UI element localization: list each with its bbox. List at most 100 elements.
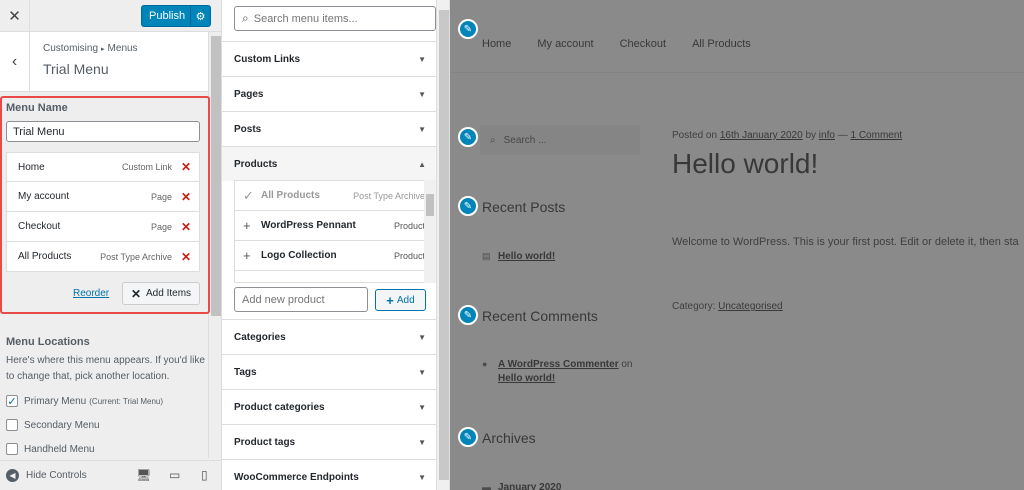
checkbox-icon[interactable] xyxy=(6,419,18,431)
list-item[interactable]: ✓ All Products Post Type Archive xyxy=(235,181,435,211)
product-type: Post Type Archive xyxy=(353,190,425,201)
search-icon: ⌕ xyxy=(490,134,496,146)
remove-icon[interactable]: ✕ xyxy=(181,160,191,174)
remove-icon[interactable]: ✕ xyxy=(181,190,191,204)
accordion-products[interactable]: Products ▲ xyxy=(222,146,436,181)
accordion-label: Product tags xyxy=(234,436,296,448)
edit-shortcut-icon[interactable]: ✎ xyxy=(458,196,478,216)
scrollbar[interactable] xyxy=(208,32,221,458)
add-items-button[interactable]: ✕ Add Items xyxy=(122,282,200,305)
search-input[interactable] xyxy=(253,12,424,25)
accordion-pages[interactable]: Pages ▼ xyxy=(222,76,436,111)
scrollbar-thumb[interactable] xyxy=(211,36,221,316)
accordion-label: Product categories xyxy=(234,401,325,413)
menu-item-title: Home xyxy=(18,161,45,173)
hide-controls-button[interactable]: ◀ Hide Controls xyxy=(6,469,87,482)
post-date-link[interactable]: 16th January 2020 xyxy=(720,130,803,141)
accordion-custom-links[interactable]: Custom Links ▼ xyxy=(222,41,436,76)
available-menu-items-panel: ⌕ Custom Links ▼ Pages ▼ Posts ▼ Product… xyxy=(222,0,450,490)
new-product-input[interactable] xyxy=(234,287,368,312)
post-comments-link[interactable]: 1 Comment xyxy=(850,130,902,141)
nav-link[interactable]: Home xyxy=(482,38,511,50)
nav-link[interactable]: Checkout xyxy=(620,38,666,50)
scrollbar-thumb[interactable] xyxy=(426,194,434,216)
hide-controls-label: Hide Controls xyxy=(26,470,87,481)
nav-link[interactable]: My account xyxy=(537,38,593,50)
accordion-categories[interactable]: Categories ▼ xyxy=(222,319,436,354)
location-option-handheld[interactable]: Handheld Menu xyxy=(6,441,95,457)
publish-button[interactable]: Publish ⚙ xyxy=(141,5,211,27)
list-item[interactable]: + Logo Collection Product xyxy=(235,241,435,271)
caret-down-icon: ▼ xyxy=(418,54,426,64)
edit-shortcut-icon[interactable]: ✎ xyxy=(458,19,478,39)
remove-icon[interactable]: ✕ xyxy=(181,250,191,264)
accordion-label: Products xyxy=(234,158,278,170)
accordion-product-tags[interactable]: Product tags ▼ xyxy=(222,424,436,459)
location-label: Handheld Menu xyxy=(24,443,95,455)
nav-link[interactable]: All Products xyxy=(692,38,751,50)
recent-comment: A WordPress Commenter on Hello world! xyxy=(498,358,633,386)
menu-item-type: Page xyxy=(150,221,172,232)
category-label: Category: xyxy=(672,301,716,312)
accordion-tags[interactable]: Tags ▼ xyxy=(222,354,436,389)
category-link[interactable]: Uncategorised xyxy=(718,301,782,312)
menu-locations-title: Menu Locations xyxy=(6,336,90,348)
gear-icon[interactable]: ⚙ xyxy=(190,6,210,26)
comment-post-link[interactable]: Hello world! xyxy=(498,373,555,384)
post-meta: Posted on 16th January 2020 by info — 1 … xyxy=(672,130,903,141)
publish-label: Publish xyxy=(149,10,186,22)
add-product-button[interactable]: + Add xyxy=(375,289,426,311)
comment-author-link[interactable]: A WordPress Commenter xyxy=(498,359,619,370)
menu-item[interactable]: Home Custom Link ✕ xyxy=(6,152,200,182)
edit-shortcut-icon[interactable]: ✎ xyxy=(458,305,478,325)
menu-item[interactable]: Checkout Page ✕ xyxy=(6,212,200,242)
list-item[interactable]: + WordPress Pennant Product xyxy=(235,211,435,241)
page-title: Trial Menu xyxy=(43,61,109,77)
checkbox-checked-icon[interactable]: ✓ xyxy=(6,395,18,408)
product-name: WordPress Pennant xyxy=(261,220,356,231)
accordion-product-categories[interactable]: Product categories ▼ xyxy=(222,389,436,424)
remove-icon[interactable]: ✕ xyxy=(181,220,191,234)
recent-post-link[interactable]: Hello world! xyxy=(498,251,555,262)
folder-icon: ▬ xyxy=(482,482,491,490)
location-option-secondary[interactable]: Secondary Menu xyxy=(6,417,100,433)
menu-item[interactable]: All Products Post Type Archive ✕ xyxy=(6,242,200,272)
mobile-preview-icon[interactable]: ▯ xyxy=(201,468,208,482)
close-icon: ✕ xyxy=(130,286,142,301)
divider xyxy=(450,72,1024,73)
accordion-woocommerce-endpoints[interactable]: WooCommerce Endpoints ▼ xyxy=(222,459,436,490)
menu-items-search[interactable]: ⌕ xyxy=(234,6,436,31)
post-author-link[interactable]: info xyxy=(819,130,835,141)
edit-shortcut-icon[interactable]: ✎ xyxy=(458,427,478,447)
widget-title-recent-posts: Recent Posts xyxy=(482,199,566,215)
breadcrumb-parent: Customising xyxy=(43,43,99,54)
location-option-primary[interactable]: ✓ Primary Menu (Current: Trial Menu) xyxy=(6,393,163,409)
checkbox-icon[interactable] xyxy=(6,443,18,455)
post-title[interactable]: Hello world! xyxy=(672,148,818,180)
back-chevron-icon[interactable]: ‹ xyxy=(0,32,30,92)
scrollbar[interactable] xyxy=(436,0,449,490)
reorder-link[interactable]: Reorder xyxy=(73,288,109,299)
product-type: Product xyxy=(393,220,425,231)
scrollbar-thumb[interactable] xyxy=(439,10,449,480)
accordion-label: WooCommerce Endpoints xyxy=(234,471,359,483)
scrollbar[interactable] xyxy=(424,180,436,283)
edit-shortcut-icon[interactable]: ✎ xyxy=(458,127,478,147)
menu-locations-description: Here's where this menu appears. If you'd… xyxy=(6,355,205,382)
menu-name-input[interactable] xyxy=(6,121,200,142)
post-category: Category: Uncategorised xyxy=(672,301,783,312)
menu-item[interactable]: My account Page ✕ xyxy=(6,182,200,212)
close-icon[interactable]: ✕ xyxy=(0,0,30,32)
archive-link[interactable]: January 2020 xyxy=(498,482,561,490)
menu-item-type: Post Type Archive xyxy=(100,251,172,262)
widget-title-recent-comments: Recent Comments xyxy=(482,308,598,324)
customizer-panel: ✕ Publish ⚙ ‹ Customising ▸ Menus Trial Me… xyxy=(0,0,222,490)
desktop-preview-icon[interactable]: 🖥 xyxy=(136,468,151,482)
tablet-preview-icon[interactable]: ▭ xyxy=(169,468,180,482)
plus-icon: + xyxy=(386,292,394,308)
accordion-label: Posts xyxy=(234,123,262,135)
collapse-icon: ◀ xyxy=(6,469,19,482)
post-meta-prefix: Posted on xyxy=(672,130,718,141)
preview-search[interactable]: ⌕ Search ... xyxy=(480,125,640,155)
accordion-posts[interactable]: Posts ▼ xyxy=(222,111,436,146)
